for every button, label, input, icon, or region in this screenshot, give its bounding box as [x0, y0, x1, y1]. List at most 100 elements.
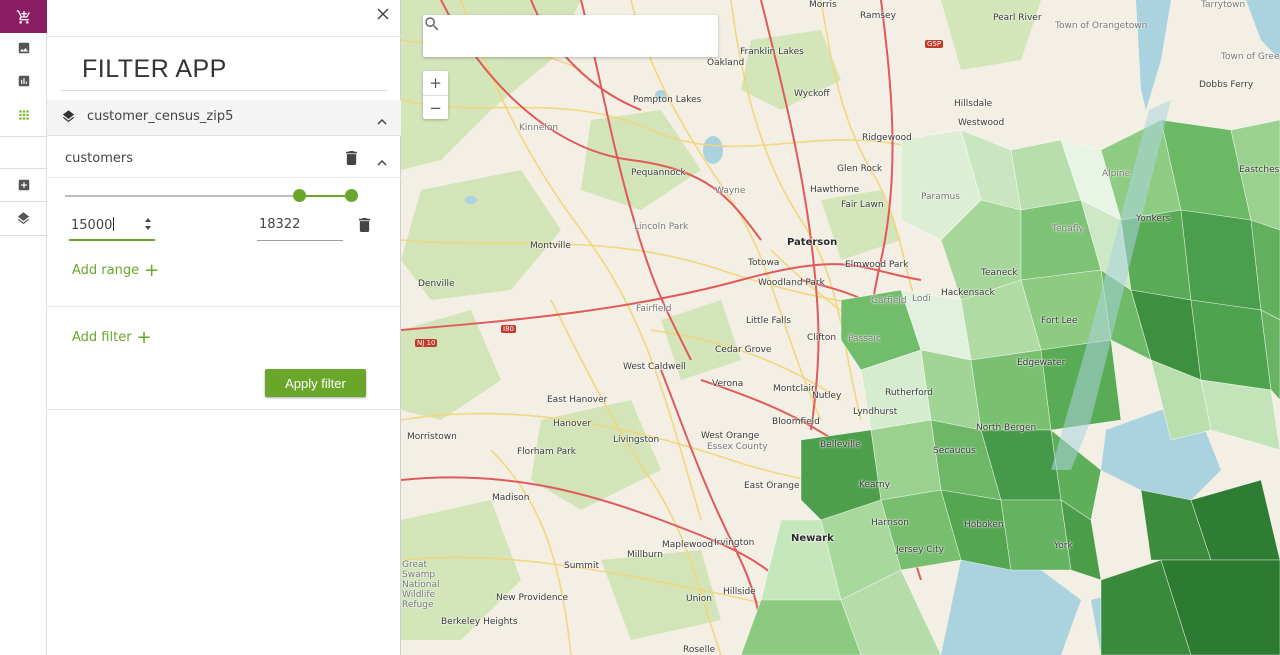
filter-panel: FILTER APP customer_census_zip5 customer… — [47, 0, 401, 655]
map-label: Harrison — [871, 518, 909, 528]
image-icon — [18, 42, 29, 53]
trash-icon — [359, 218, 370, 232]
map-label: West Caldwell — [623, 362, 686, 372]
map-label: Alpine — [1102, 169, 1131, 179]
layers-icon — [17, 212, 30, 225]
map-label: Secaucus — [933, 446, 976, 456]
rail-divider — [0, 136, 47, 137]
map-label: North Bergen — [976, 423, 1037, 433]
chevron-up-icon[interactable] — [377, 152, 387, 171]
map-label: Lodi — [912, 294, 931, 304]
map-label: Hackensack — [941, 288, 995, 298]
map-label: Paramus — [921, 192, 960, 202]
map-label: Roselle — [683, 645, 716, 655]
filter-card: customers 15000 18322 Add range + — [47, 137, 401, 307]
rail-divider — [0, 235, 47, 236]
route-shield: NJ 10 — [415, 339, 438, 347]
map-label: Lincoln Park — [634, 222, 689, 232]
map-label: Dobbs Ferry — [1199, 80, 1254, 90]
layers-button[interactable] — [0, 202, 47, 235]
map-label: Paterson — [787, 237, 838, 248]
map-label: Tarrytown — [1201, 0, 1246, 10]
map-label: Fair Lawn — [841, 200, 884, 210]
map-label: Ridgewood — [862, 133, 912, 143]
map-label: East Orange — [744, 481, 800, 491]
map-label: Berkeley Heights — [441, 617, 518, 627]
trash-icon — [346, 151, 357, 165]
range-min-value: 15000 — [71, 218, 113, 233]
map-label: Belleville — [820, 440, 861, 450]
map-label: Florham Park — [517, 447, 577, 457]
map-label: Edgewater — [1017, 358, 1066, 368]
add-layer-button[interactable] — [0, 168, 47, 201]
map-view[interactable]: GSP I80 NJ 10 Ramsey Pearl River Town of… — [401, 0, 1280, 655]
map-label: Pompton Lakes — [633, 95, 702, 105]
cart-button[interactable] — [0, 0, 47, 33]
filter-name: customers — [65, 151, 133, 166]
map-label: Eastchester — [1239, 165, 1280, 175]
chevron-up-icon[interactable] — [377, 111, 387, 130]
spinner-arrows-icon[interactable] — [143, 216, 153, 232]
map-label: Montclair — [773, 384, 815, 394]
map-label: Pearl River — [993, 13, 1042, 23]
map-label: Wayne — [715, 186, 746, 196]
map-label: Hillside — [723, 587, 756, 597]
apps-button[interactable] — [0, 98, 47, 131]
map-label: Oakland — [707, 58, 745, 68]
zoom-in-button[interactable]: + — [423, 71, 448, 95]
layer-header[interactable]: customer_census_zip5 — [47, 100, 401, 136]
map-label: Totowa — [748, 258, 780, 268]
map-label: Passaic — [848, 334, 881, 344]
add-range-button[interactable]: Add range + — [72, 262, 159, 280]
map-label: Verona — [712, 379, 744, 389]
map-label: Hawthorne — [810, 185, 860, 195]
map-label: Livingston — [613, 435, 660, 445]
map-label: Montville — [530, 241, 571, 251]
map-label: Teaneck — [981, 268, 1018, 278]
divider — [61, 90, 387, 91]
map-label: Millburn — [627, 550, 663, 560]
add-box-icon — [18, 179, 29, 190]
close-button[interactable] — [374, 5, 392, 23]
map-label: Rutherford — [885, 388, 933, 398]
divider — [47, 36, 401, 37]
map-label: Elmwood Park — [845, 260, 909, 270]
map-label: Westwood — [958, 118, 1005, 128]
map-label: West Orange — [701, 431, 760, 441]
grid-apps-icon — [18, 109, 29, 120]
map-label: Essex County — [707, 442, 768, 452]
range-max-input[interactable]: 18322 — [257, 209, 343, 241]
map-label: Hanover — [553, 419, 592, 429]
map-label: Little Falls — [746, 316, 792, 326]
delete-range-button[interactable] — [359, 217, 370, 236]
map-label: Fairfield — [636, 304, 672, 314]
zoom-out-button[interactable]: − — [423, 95, 448, 119]
range-min-input[interactable]: 15000 — [69, 209, 155, 241]
chart-button[interactable] — [0, 64, 47, 97]
map-label: New Providence — [496, 593, 569, 603]
map-label: Bloomfield — [772, 417, 820, 427]
tool-rail — [0, 0, 47, 655]
map-label: Morristown — [407, 432, 457, 442]
add-filter-button[interactable]: Add filter + — [72, 329, 152, 347]
range-slider-low-handle[interactable] — [293, 189, 307, 202]
close-icon — [377, 8, 389, 20]
apply-filter-button[interactable]: Apply filter — [265, 369, 366, 397]
route-shield: GSP — [925, 40, 944, 48]
map-label: Hillsdale — [954, 99, 993, 109]
divider — [47, 409, 401, 410]
delete-filter-button[interactable] — [346, 150, 357, 169]
map-label: Hoboken — [964, 520, 1004, 530]
image-button[interactable] — [0, 31, 47, 64]
map-label: Madison — [492, 493, 530, 503]
layers-icon — [61, 109, 76, 128]
map-label: Summit — [564, 561, 599, 571]
map-label: Wyckoff — [794, 89, 830, 99]
map-label: Yonkers — [1136, 214, 1171, 224]
zoom-control: + − — [423, 71, 448, 119]
bar-chart-icon — [18, 75, 29, 86]
range-slider-high-handle[interactable] — [344, 189, 358, 202]
map-label: Kinnelon — [519, 123, 559, 133]
layer-name: customer_census_zip5 — [87, 109, 234, 124]
map-search-input[interactable] — [457, 25, 707, 47]
